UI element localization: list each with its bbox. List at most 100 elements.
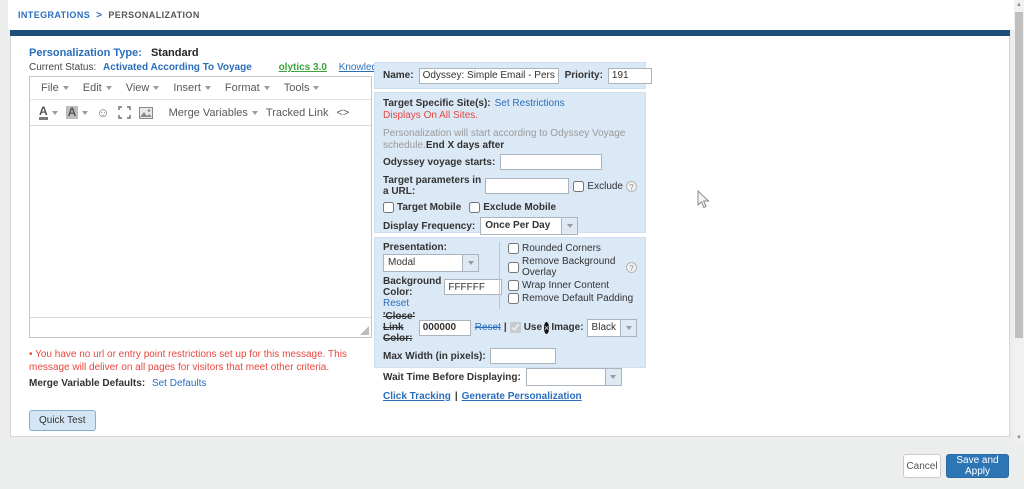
breadcrumb-integrations[interactable]: INTEGRATIONS xyxy=(18,10,90,20)
quick-test-button[interactable]: Quick Test xyxy=(29,410,96,431)
menu-tools[interactable]: Tools xyxy=(277,82,327,94)
resize-grip[interactable] xyxy=(360,326,369,335)
menu-insert-label: Insert xyxy=(173,82,201,94)
priority-input[interactable] xyxy=(608,68,652,84)
exclude-mobile-label: Exclude Mobile xyxy=(483,202,556,213)
chevron-down-icon xyxy=(610,375,616,379)
use-label: Use xyxy=(524,322,542,333)
end-x-days-text: End X days after xyxy=(426,140,504,151)
merge-variables-label: Merge Variables xyxy=(169,107,248,119)
text-color-button[interactable]: A xyxy=(36,104,61,122)
exclude-mobile-checkbox[interactable] xyxy=(469,202,480,213)
chevron-down-icon xyxy=(82,111,88,115)
chevron-down-icon xyxy=(63,86,69,90)
name-label: Name: xyxy=(383,70,414,81)
scrollbar-thumb[interactable] xyxy=(1015,12,1023,338)
display-frequency-select[interactable]: Once Per Day xyxy=(480,217,578,235)
vertical-scrollbar[interactable]: ▲ ▼ xyxy=(1014,0,1024,443)
olytics-link[interactable]: olytics 3.0 xyxy=(279,62,327,73)
highlight-color-button[interactable]: A xyxy=(63,104,92,121)
wait-time-value xyxy=(527,369,605,385)
close-color-reset-link[interactable]: Reset xyxy=(475,322,501,333)
cancel-button[interactable]: Cancel xyxy=(903,454,941,478)
help-icon[interactable]: ? xyxy=(626,262,637,273)
chevron-down-icon xyxy=(106,86,112,90)
exclude-checkbox[interactable] xyxy=(573,181,584,192)
fullscreen-button[interactable] xyxy=(115,104,134,121)
chevron-down-icon xyxy=(52,111,58,115)
use-image-checkbox[interactable] xyxy=(510,322,521,333)
chevron-down-icon xyxy=(468,261,474,265)
set-defaults-link[interactable]: Set Defaults xyxy=(152,378,206,389)
target-mobile-checkbox[interactable] xyxy=(383,202,394,213)
click-tracking-link[interactable]: Click Tracking xyxy=(383,391,451,402)
url-parameters-input[interactable] xyxy=(485,178,569,194)
chevron-down-icon xyxy=(153,86,159,90)
max-width-input[interactable] xyxy=(490,348,556,364)
source-code-button[interactable]: <> xyxy=(333,105,352,121)
remove-padding-label: Remove Default Padding xyxy=(522,293,633,304)
insert-image-button[interactable] xyxy=(136,105,156,121)
background-reset-link[interactable]: Reset xyxy=(383,298,409,309)
select-dropdown-button xyxy=(462,255,478,271)
breadcrumb: INTEGRATIONS > PERSONALIZATION xyxy=(18,10,200,21)
current-status-value: Activated According To Voyage xyxy=(103,62,252,73)
voyage-schedule-text: Personalization will start according to … xyxy=(383,128,625,151)
voyage-starts-input[interactable] xyxy=(500,154,602,170)
tracked-link-button[interactable]: Tracked Link xyxy=(263,105,332,121)
display-frequency-label: Display Frequency: xyxy=(383,221,475,232)
targeting-box: Target Specific Site(s): Set Restriction… xyxy=(374,92,646,233)
close-image-select[interactable]: Black xyxy=(587,319,637,337)
name-input[interactable] xyxy=(419,68,559,84)
breadcrumb-bar: INTEGRATIONS > PERSONALIZATION xyxy=(8,0,1014,30)
help-icon[interactable]: ? xyxy=(626,181,637,192)
close-link-color-input[interactable] xyxy=(419,320,471,336)
message-editor: File Edit View Insert Format Tools A A ☺ xyxy=(29,76,372,338)
menu-tools-label: Tools xyxy=(284,82,310,94)
background-color-input[interactable] xyxy=(444,279,502,295)
tracked-link-label: Tracked Link xyxy=(266,107,329,119)
remove-overlay-label: Remove Background Overlay xyxy=(522,256,623,278)
editor-content-area[interactable] xyxy=(30,126,371,317)
chevron-down-icon xyxy=(567,224,573,228)
background-color-label: Background Color: xyxy=(383,276,441,298)
max-width-label: Max Width (in pixels): xyxy=(383,351,486,362)
image-label: Image: xyxy=(551,322,583,333)
rounded-corners-label: Rounded Corners xyxy=(522,243,601,254)
editor-statusbar xyxy=(30,317,371,337)
select-dropdown-button xyxy=(561,218,577,234)
presentation-value: Modal xyxy=(384,255,462,271)
display-frequency-value: Once Per Day xyxy=(481,218,561,234)
save-and-apply-button[interactable]: Save and Apply xyxy=(946,454,1009,478)
merge-variables-button[interactable]: Merge Variables xyxy=(166,105,261,121)
scroll-up-icon[interactable]: ▲ xyxy=(1014,0,1024,10)
remove-overlay-checkbox[interactable] xyxy=(508,262,519,273)
menu-insert[interactable]: Insert xyxy=(166,82,218,94)
personalization-type-label: Personalization Type: xyxy=(29,47,142,59)
set-restrictions-link[interactable]: Set Restrictions xyxy=(495,98,565,109)
menu-edit[interactable]: Edit xyxy=(76,82,119,94)
wait-time-select[interactable] xyxy=(526,368,622,386)
rounded-corners-checkbox[interactable] xyxy=(508,243,519,254)
code-icon: <> xyxy=(336,107,349,119)
current-status-label: Current Status: xyxy=(29,62,96,73)
menu-format[interactable]: Format xyxy=(218,82,277,94)
menu-file-label: File xyxy=(41,82,59,94)
breadcrumb-personalization: PERSONALIZATION xyxy=(108,10,199,20)
scroll-down-icon[interactable]: ▼ xyxy=(1014,433,1024,443)
remove-padding-checkbox[interactable] xyxy=(508,293,519,304)
presentation-select[interactable]: Modal xyxy=(383,254,479,272)
close-image-preview-icon: × xyxy=(544,322,549,334)
generate-personalization-link[interactable]: Generate Personalization xyxy=(462,391,582,402)
select-dropdown-button xyxy=(605,369,621,385)
menu-format-label: Format xyxy=(225,82,260,94)
breadcrumb-separator: > xyxy=(96,10,102,21)
wait-time-label: Wait Time Before Displaying: xyxy=(383,372,521,383)
wrap-inner-content-label: Wrap Inner Content xyxy=(522,280,609,291)
presentation-label: Presentation: xyxy=(383,242,499,253)
emoticon-button[interactable]: ☺ xyxy=(93,103,112,122)
menu-view[interactable]: View xyxy=(119,82,167,94)
target-mobile-label: Target Mobile xyxy=(397,202,461,213)
menu-file[interactable]: File xyxy=(34,82,76,94)
wrap-inner-content-checkbox[interactable] xyxy=(508,280,519,291)
